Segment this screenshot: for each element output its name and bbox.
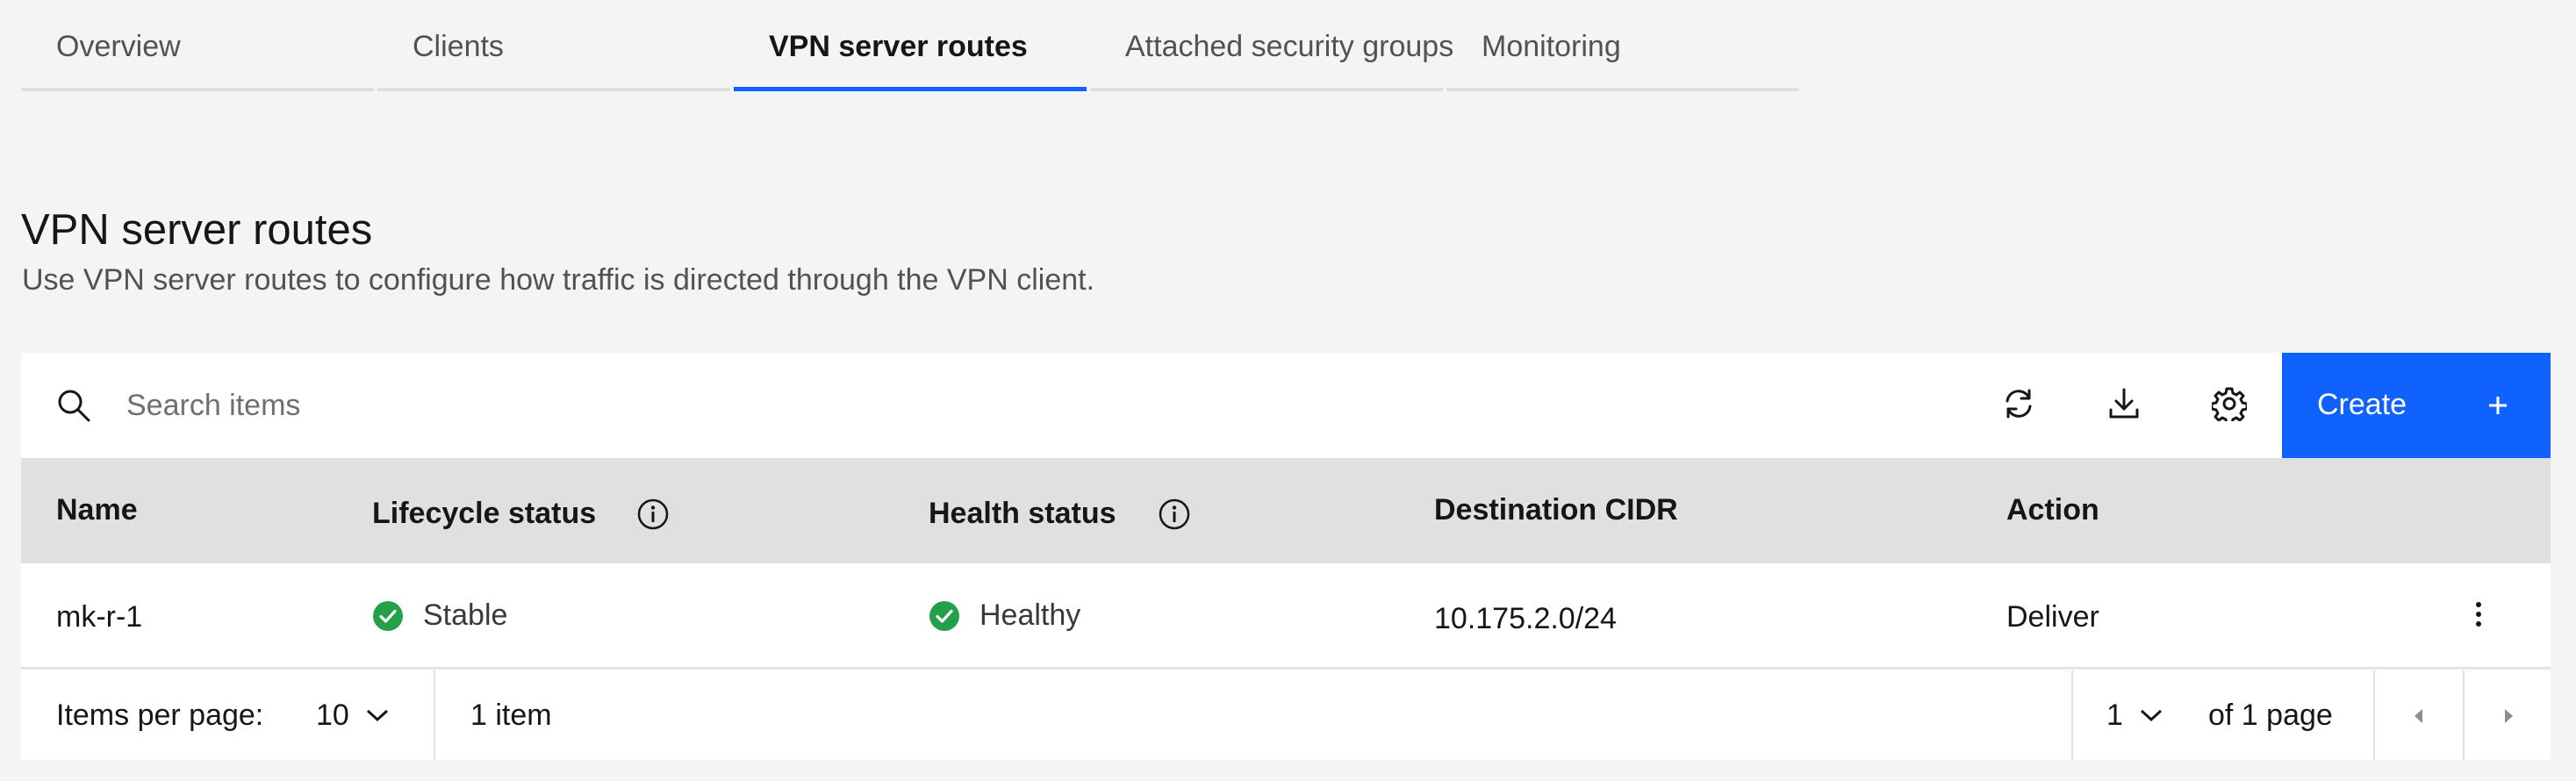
- info-icon[interactable]: [1157, 497, 1192, 532]
- column-header-name-label: Name: [56, 493, 138, 527]
- column-header-cidr-label: Destination CIDR: [1434, 493, 1678, 527]
- items-per-page-label: Items per page:: [56, 699, 264, 732]
- table-row[interactable]: mk-r-1 Stable Healthy 10.175.2.0/24 Deli…: [21, 563, 2551, 669]
- health-status-cell: Healthy: [929, 598, 1080, 633]
- create-button-label: Create: [2317, 388, 2407, 421]
- column-header-lifecycle-label: Lifecycle status: [372, 497, 597, 530]
- route-action: Deliver: [2006, 600, 2099, 634]
- overflow-menu-vertical-icon: [2474, 600, 2483, 633]
- overflow-menu-button[interactable]: [2426, 563, 2531, 669]
- page-select[interactable]: 1: [2106, 670, 2194, 760]
- create-button[interactable]: Create: [2282, 353, 2551, 458]
- column-header-health-status[interactable]: Health status: [929, 458, 1209, 563]
- caret-left-icon: [2412, 699, 2426, 733]
- checkmark-filled-icon: [373, 600, 403, 631]
- page-title: VPN server routes: [21, 206, 373, 254]
- column-header-health-label: Health status: [929, 497, 1116, 530]
- items-per-page-select[interactable]: 10: [316, 670, 421, 760]
- destination-cidr: 10.175.2.0/24: [1434, 602, 1617, 635]
- chevron-down-icon: [365, 707, 390, 723]
- tab-attached-security-groups[interactable]: Attached security groups: [1090, 0, 1453, 91]
- route-name[interactable]: mk-r-1: [56, 600, 142, 634]
- column-header-action-label: Action: [2006, 493, 2099, 527]
- page-description: Use VPN server routes to configure how t…: [22, 263, 1095, 297]
- download-icon: [2106, 386, 2142, 426]
- refresh-icon: [2001, 386, 2036, 426]
- refresh-button[interactable]: [1966, 353, 2071, 458]
- tab-monitoring[interactable]: Monitoring: [1446, 0, 1799, 91]
- tab-clients[interactable]: Clients: [377, 0, 730, 91]
- tab-list: Overview Clients VPN server routes Attac…: [21, 0, 1803, 91]
- health-status-text: Healthy: [979, 598, 1081, 632]
- lifecycle-status-cell: Stable: [372, 598, 507, 633]
- page-total: of 1 page: [2208, 699, 2333, 732]
- download-button[interactable]: [2071, 353, 2177, 458]
- settings-icon: [2210, 386, 2249, 426]
- table-toolbar: Create: [21, 353, 2551, 458]
- plus-icon: [2479, 386, 2517, 425]
- page-number: 1: [2106, 698, 2123, 732]
- column-header-lifecycle-status[interactable]: Lifecycle status: [372, 458, 688, 563]
- tab-vpn-server-routes[interactable]: VPN server routes: [734, 0, 1087, 91]
- next-page-button[interactable]: [2465, 670, 2552, 760]
- previous-page-button[interactable]: [2375, 670, 2463, 760]
- caret-right-icon: [2501, 699, 2515, 733]
- pagination: Items per page: 10 1 item 1 of 1 page: [21, 670, 2551, 760]
- tab-overview[interactable]: Overview: [21, 0, 374, 91]
- info-icon[interactable]: [635, 497, 671, 532]
- search-icon: [56, 388, 91, 423]
- items-per-page-value: 10: [316, 698, 349, 732]
- search-input[interactable]: [126, 379, 1794, 432]
- table-header: Name Lifecycle status Health status Dest…: [21, 458, 2551, 563]
- checkmark-filled-icon: [929, 600, 959, 631]
- chevron-down-icon: [2139, 707, 2163, 723]
- settings-button[interactable]: [2177, 353, 2282, 458]
- lifecycle-status-text: Stable: [423, 598, 508, 632]
- item-count: 1 item: [470, 699, 552, 732]
